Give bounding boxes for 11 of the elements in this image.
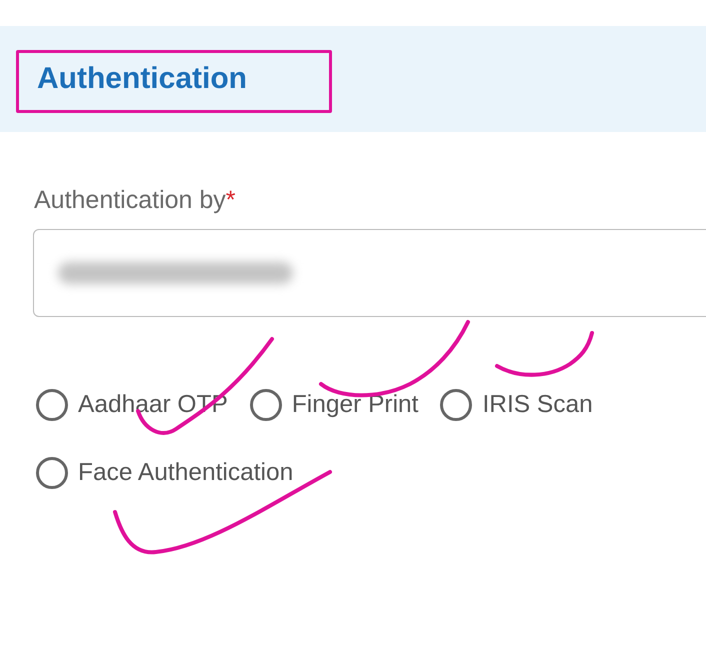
field-label: Authentication by — [34, 186, 226, 214]
radio-button[interactable] — [250, 389, 282, 421]
radio-button[interactable] — [440, 389, 472, 421]
option-label[interactable]: IRIS Scan — [482, 391, 593, 419]
option-label[interactable]: Face Authentication — [78, 459, 294, 487]
input-field[interactable] — [33, 229, 706, 317]
option-label[interactable]: Finger Print — [292, 391, 418, 419]
radio-button[interactable] — [36, 389, 68, 421]
radio-button[interactable] — [36, 457, 68, 489]
section-title: Authentication — [37, 62, 247, 96]
required-mark: * — [226, 186, 236, 214]
